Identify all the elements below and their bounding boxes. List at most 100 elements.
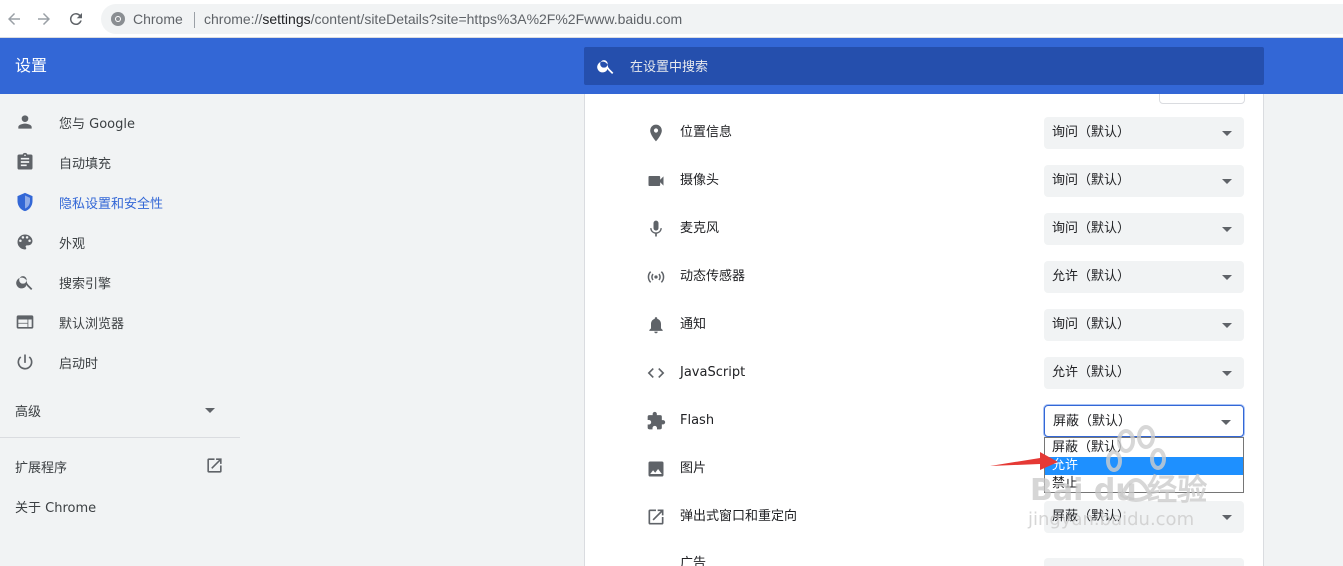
dropdown-option-block[interactable]: 屏蔽（默认） xyxy=(1045,439,1243,457)
permission-label: 图片 xyxy=(680,461,707,476)
caret-down-icon xyxy=(205,408,215,413)
permission-label: 麦克风 xyxy=(680,221,720,236)
permission-select-location[interactable]: 询问（默认） xyxy=(1044,117,1244,149)
sidebar-item-on-startup[interactable]: 启动时 xyxy=(0,342,240,382)
permission-row-ads: 广告 xyxy=(585,541,1263,566)
address-bar[interactable]: Chrome chrome://settings/content/siteDet… xyxy=(101,4,1343,34)
permission-select-camera[interactable]: 询问（默认） xyxy=(1044,165,1244,197)
permission-select-ads[interactable] xyxy=(1044,558,1244,566)
palette-icon xyxy=(17,234,33,250)
sidebar-item-label: 关于 Chrome xyxy=(15,500,97,516)
search-icon xyxy=(597,60,614,74)
sidebar-item-extensions[interactable]: 扩展程序 xyxy=(0,446,240,486)
browser-window-icon xyxy=(16,315,34,329)
select-value: 屏蔽（默认） xyxy=(1053,414,1132,429)
caret-down-icon xyxy=(1222,227,1232,232)
reset-permissions-button[interactable] xyxy=(1159,94,1245,104)
permission-select-javascript[interactable]: 允许（默认） xyxy=(1044,357,1244,389)
forward-button[interactable] xyxy=(32,7,56,31)
browser-toolbar: Chrome chrome://settings/content/siteDet… xyxy=(0,0,1343,38)
settings-header: 设置 xyxy=(0,38,1343,94)
select-value: 询问（默认） xyxy=(1052,221,1131,236)
sidebar-item-search-engine[interactable]: 搜索引擎 xyxy=(0,262,240,302)
url-text[interactable]: chrome://settings/content/siteDetails?si… xyxy=(204,10,682,28)
open-in-new-icon xyxy=(648,509,664,525)
reload-icon xyxy=(69,13,82,26)
flash-dropdown-list: 屏蔽（默认） 允许 禁止 xyxy=(1044,437,1244,493)
sidebar-item-autofill[interactable]: 自动填充 xyxy=(0,142,240,182)
sidebar-item-label: 隐私设置和安全性 xyxy=(59,196,164,212)
sidebar-advanced-label: 高级 xyxy=(15,404,42,420)
dropdown-option-allow[interactable]: 允许 xyxy=(1045,457,1243,475)
sidebar-item-you-and-google[interactable]: 您与 Google xyxy=(0,102,240,142)
sidebar-item-appearance[interactable]: 外观 xyxy=(0,222,240,262)
permission-select-notifications[interactable]: 询问（默认） xyxy=(1044,309,1244,341)
caret-down-icon xyxy=(1222,179,1232,184)
code-icon xyxy=(647,368,665,378)
select-value: 询问（默认） xyxy=(1052,173,1131,188)
select-value: 询问（默认） xyxy=(1052,125,1131,140)
caret-down-icon xyxy=(1221,420,1231,425)
arrow-right-icon xyxy=(38,13,50,25)
permission-label: 摄像头 xyxy=(680,173,720,188)
permission-row-motion-sensors: 动态传感器 允许（默认） xyxy=(585,253,1263,301)
permission-row-microphone: 麦克风 询问（默认） xyxy=(585,205,1263,253)
clipboard-icon xyxy=(17,152,33,170)
caret-down-icon xyxy=(1222,131,1232,136)
sensor-icon xyxy=(647,271,665,283)
reload-button[interactable] xyxy=(64,7,88,31)
permission-select-motion-sensors[interactable]: 允许（默认） xyxy=(1044,261,1244,293)
permission-select-flash[interactable]: 屏蔽（默认） xyxy=(1044,405,1244,437)
permission-label: 动态传感器 xyxy=(680,269,746,284)
permission-row-location: 位置信息 询问（默认） xyxy=(585,109,1263,157)
arrow-left-icon xyxy=(8,13,20,25)
sidebar-item-label: 外观 xyxy=(59,236,86,252)
image-icon xyxy=(648,461,664,477)
puzzle-icon xyxy=(647,411,666,430)
sidebar-advanced-toggle[interactable]: 高级 xyxy=(0,390,240,430)
sidebar: 您与 Google 自动填充 隐私设置和安全性 外观 搜索引擎 默认浏览器 启动… xyxy=(0,94,240,566)
search-input[interactable] xyxy=(628,55,1232,79)
permission-row-camera: 摄像头 询问（默认） xyxy=(585,157,1263,205)
open-in-new-icon xyxy=(207,458,222,473)
permission-label: 弹出式窗口和重定向 xyxy=(680,509,798,524)
permission-label: JavaScript xyxy=(680,365,746,380)
sidebar-item-label: 启动时 xyxy=(59,356,99,372)
location-pin-icon xyxy=(650,124,662,142)
url-path: /content/siteDetails?site=https%3A%2F%2F… xyxy=(310,11,683,27)
permission-label: 通知 xyxy=(680,317,707,332)
sidebar-item-privacy[interactable]: 隐私设置和安全性 xyxy=(0,182,240,222)
shield-icon xyxy=(17,192,33,212)
select-value: 允许（默认） xyxy=(1052,269,1131,284)
camera-icon xyxy=(648,176,664,186)
dropdown-option-deny[interactable]: 禁止 xyxy=(1045,475,1243,493)
sidebar-item-label: 自动填充 xyxy=(59,156,112,172)
microphone-icon xyxy=(650,220,662,237)
sidebar-divider xyxy=(0,437,240,438)
permission-select-microphone[interactable]: 询问（默认） xyxy=(1044,213,1244,245)
url-scheme: chrome:// xyxy=(204,11,263,27)
site-details-card: 位置信息 询问（默认） 摄像头 询问（默认） 麦克风 询问（默认） 动态传感器 … xyxy=(584,94,1264,566)
sidebar-item-default-browser[interactable]: 默认浏览器 xyxy=(0,302,240,342)
sidebar-item-label: 默认浏览器 xyxy=(59,316,125,332)
permission-label: 位置信息 xyxy=(680,125,733,140)
settings-search[interactable] xyxy=(584,47,1264,85)
chrome-logo-icon xyxy=(111,12,125,26)
permission-row-popups: 弹出式窗口和重定向 屏蔽（默认） xyxy=(585,493,1263,541)
sidebar-item-label: 搜索引擎 xyxy=(59,276,112,292)
power-icon xyxy=(17,354,33,370)
secure-chip-label: Chrome xyxy=(133,11,183,27)
permission-label: Flash xyxy=(680,413,715,428)
permission-row-notifications: 通知 询问（默认） xyxy=(585,301,1263,349)
permission-select-popups[interactable]: 屏蔽（默认） xyxy=(1044,501,1244,533)
sidebar-item-label: 扩展程序 xyxy=(15,460,68,476)
sidebar-item-about-chrome[interactable]: 关于 Chrome xyxy=(0,486,240,526)
sidebar-item-label: 您与 Google xyxy=(59,116,135,132)
url-host: settings xyxy=(262,11,311,27)
chip-separator xyxy=(194,12,195,28)
caret-down-icon xyxy=(1222,371,1232,376)
permission-label: 广告 xyxy=(680,556,707,566)
select-value: 允许（默认） xyxy=(1052,365,1131,380)
back-button[interactable] xyxy=(2,7,26,31)
permission-row-javascript: JavaScript 允许（默认） xyxy=(585,349,1263,397)
